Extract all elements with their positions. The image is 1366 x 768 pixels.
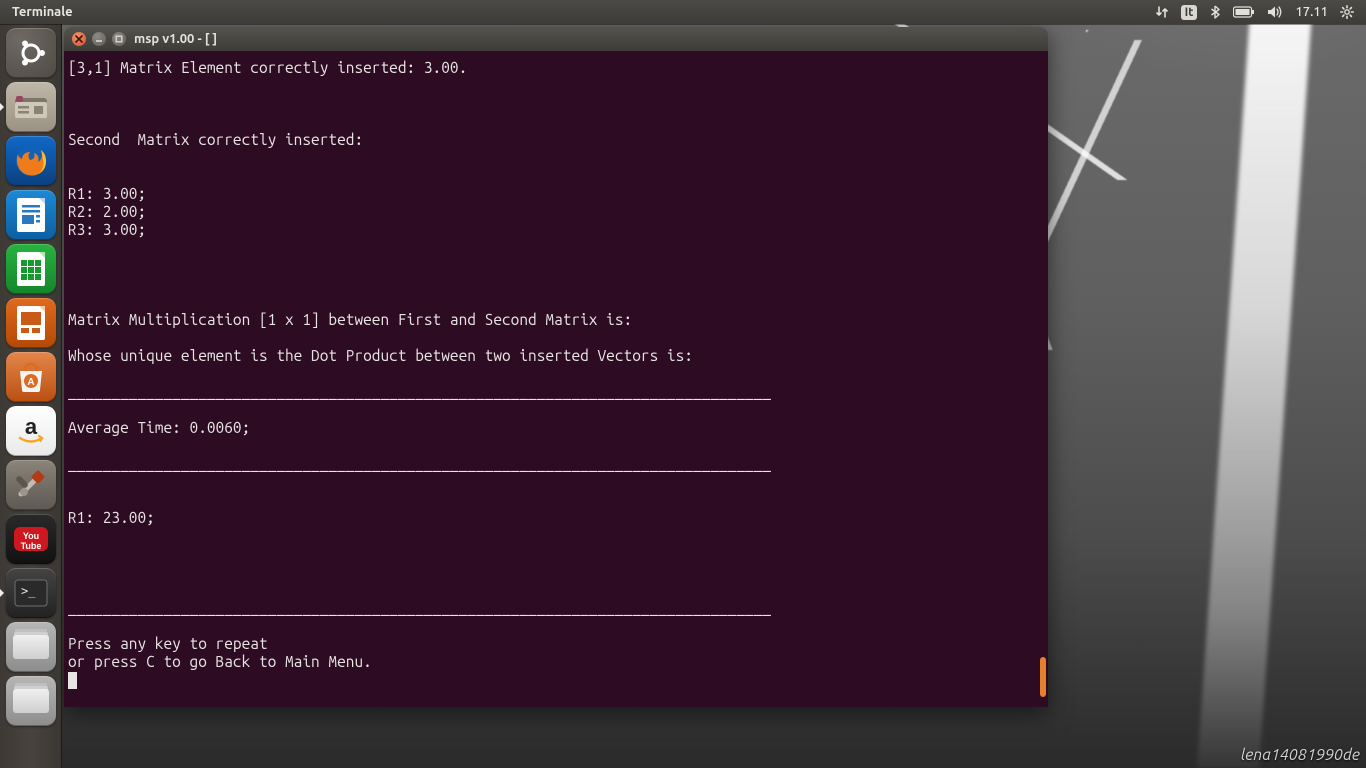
active-app-title[interactable]: Terminale [6,0,79,24]
launcher-calc[interactable] [6,244,56,294]
calc-icon [14,249,48,289]
launcher-writer[interactable] [6,190,56,240]
svg-text:Tube: Tube [21,541,42,551]
launcher-drive-2[interactable] [6,676,56,726]
launcher: A a YouTube >_ [0,24,62,768]
svg-text:A: A [27,377,34,388]
drive-icon [13,689,49,713]
launcher-drive-1[interactable] [6,622,56,672]
close-icon [75,35,83,43]
gear-icon [1340,5,1354,19]
launcher-files[interactable] [6,82,56,132]
window-titlebar[interactable]: msp v1.00 - [ ] [64,27,1048,51]
launcher-youtube[interactable]: YouTube [6,514,56,564]
shopping-bag-icon: A [14,360,48,394]
bluetooth-icon [1209,5,1221,19]
launcher-terminal[interactable]: >_ [6,568,56,618]
svg-text:>_: >_ [21,584,36,598]
launcher-system-settings[interactable] [6,460,56,510]
clock[interactable]: 17.11 [1289,0,1334,24]
keyboard-indicator[interactable]: It [1175,0,1204,24]
launcher-impress[interactable] [6,298,56,348]
terminal-scrollbar[interactable] [1038,51,1048,707]
firefox-icon [12,142,50,180]
ubuntu-logo-icon [15,37,47,69]
settings-icon [13,467,49,503]
terminal-cursor [68,672,77,689]
terminal-icon: >_ [13,578,49,608]
top-panel: Terminale It 17.11 [0,0,1366,24]
window-title: msp v1.00 - [ ] [134,32,217,46]
bluetooth-indicator[interactable] [1203,0,1227,24]
window-maximize-button[interactable] [112,32,126,46]
window-minimize-button[interactable] [92,32,106,46]
system-menu[interactable] [1334,0,1360,24]
launcher-dash[interactable] [6,28,56,78]
window-close-button[interactable] [72,32,86,46]
files-icon [13,92,49,122]
active-app-label: Terminale [12,5,73,19]
terminal-body[interactable]: [3,1] Matrix Element correctly inserted:… [64,51,1048,707]
writer-icon [14,195,48,235]
minimize-icon [95,35,103,43]
launcher-firefox[interactable] [6,136,56,186]
drive-icon [13,635,49,659]
terminal-window: msp v1.00 - [ ] [3,1] Matrix Element cor… [64,27,1048,707]
scrollbar-thumb[interactable] [1040,657,1046,697]
maximize-icon [115,35,123,43]
amazon-icon: a [13,413,49,449]
network-indicator[interactable] [1149,0,1175,24]
impress-icon [14,303,48,343]
launcher-software-center[interactable]: A [6,352,56,402]
network-icon [1155,5,1169,19]
wallpaper-watermark: lena14081990de [1241,746,1360,764]
volume-icon [1267,5,1283,19]
terminal-output: [3,1] Matrix Element correctly inserted:… [64,55,1048,689]
svg-text:a: a [25,414,38,439]
battery-indicator[interactable] [1227,0,1261,24]
battery-icon [1233,6,1255,18]
youtube-icon: YouTube [11,524,51,554]
sound-indicator[interactable] [1261,0,1289,24]
launcher-amazon[interactable]: a [6,406,56,456]
language-badge: It [1181,5,1198,20]
clock-time: 17.11 [1295,5,1328,19]
svg-text:You: You [23,531,39,541]
